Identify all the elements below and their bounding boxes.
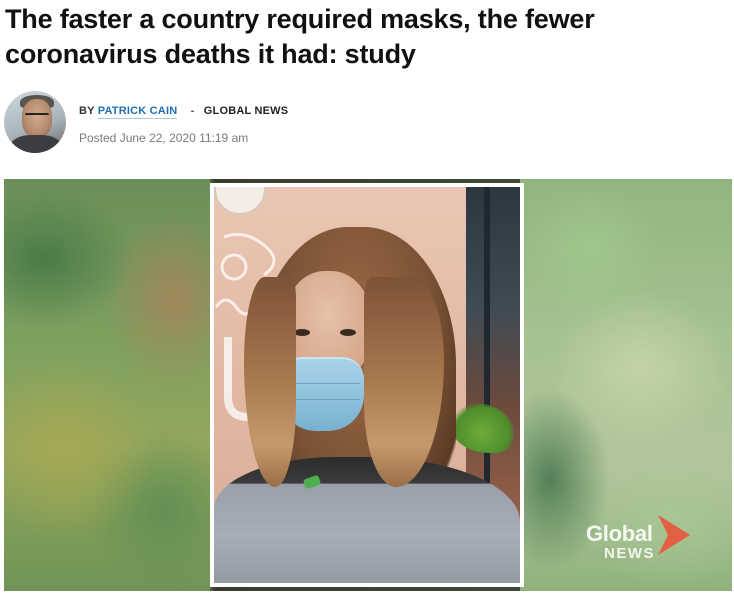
- author-link[interactable]: PATRICK CAIN: [97, 105, 178, 119]
- hair-left: [244, 277, 296, 487]
- author-avatar[interactable]: [4, 91, 66, 153]
- author-bar: BY PATRICK CAIN - GLOBAL NEWS Posted Jun…: [4, 91, 404, 153]
- blurred-background-left: [4, 179, 210, 591]
- byline-separator: -: [190, 105, 195, 117]
- avatar-shirt: [10, 135, 62, 153]
- jacket: [214, 457, 520, 583]
- posted-date: Posted June 22, 2020 11:19 am: [79, 131, 249, 145]
- byline-outlet: GLOBAL NEWS: [203, 105, 289, 117]
- byline-by-label: BY: [79, 105, 95, 117]
- right-eye: [340, 329, 356, 336]
- lamp-shade: [214, 187, 266, 215]
- avatar-glasses: [25, 113, 49, 119]
- article-headline: The faster a country required masks, the…: [5, 4, 595, 69]
- global-news-logo: Global NEWS: [586, 511, 696, 565]
- featured-image[interactable]: Global NEWS: [4, 179, 732, 591]
- selfie-photo: [214, 187, 520, 583]
- photo-frame: [210, 183, 524, 587]
- logo-word-news: NEWS: [604, 545, 655, 562]
- logo-chevron-icon: [658, 515, 690, 555]
- left-eye: [294, 329, 310, 336]
- byline: BY PATRICK CAIN - GLOBAL NEWS: [79, 105, 289, 119]
- logo-word-global: Global: [586, 521, 653, 546]
